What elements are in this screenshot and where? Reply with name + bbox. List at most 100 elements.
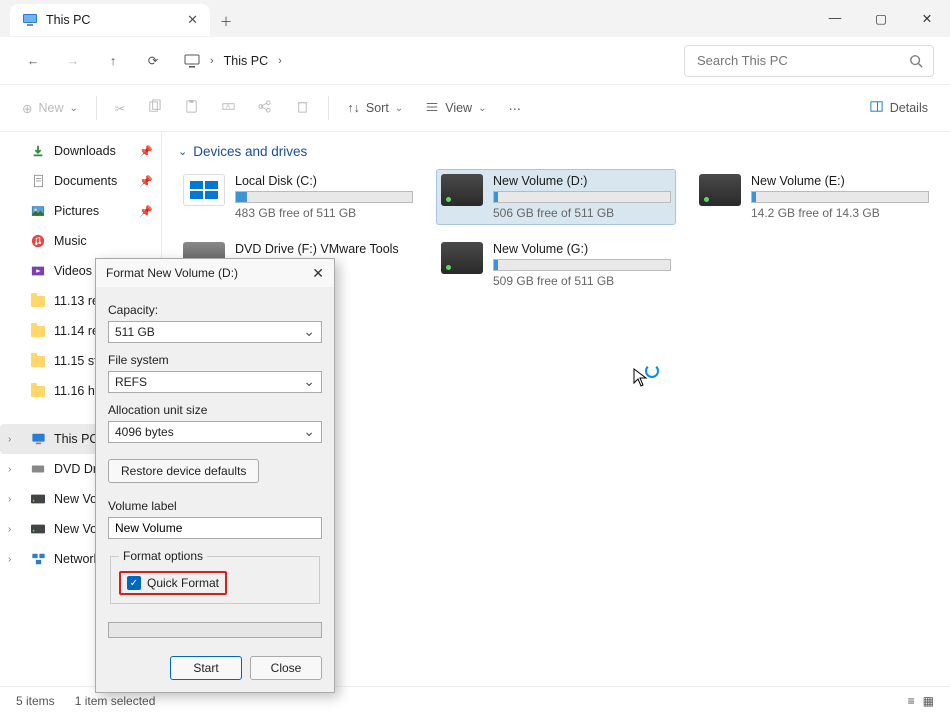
alloc-label: Allocation unit size	[108, 403, 322, 417]
drive-item[interactable]: New Volume (E:) 14.2 GB free of 14.3 GB	[694, 169, 934, 225]
monitor-icon	[184, 53, 200, 69]
folder-icon	[30, 293, 46, 309]
item-count: 5 items	[16, 694, 55, 708]
volume-label-label: Volume label	[108, 499, 322, 513]
refresh-button[interactable]: ⟳	[136, 44, 170, 78]
maximize-button[interactable]: ▢	[858, 0, 904, 36]
sort-button[interactable]: ↑↓Sort⌄	[337, 90, 413, 126]
new-tab-button[interactable]: ＋	[210, 4, 242, 36]
more-icon: ⋯	[508, 101, 521, 116]
filesystem-select[interactable]: REFS	[108, 371, 322, 393]
minimize-button[interactable]: —	[812, 0, 858, 36]
quick-format-checkbox[interactable]: ✓	[127, 576, 141, 590]
tab-close-icon[interactable]: ✕	[187, 12, 198, 28]
details-pane-button[interactable]: Details	[859, 90, 938, 126]
windows-drive-icon	[183, 174, 225, 206]
trash-icon	[295, 99, 310, 117]
volume-label-input[interactable]	[108, 517, 322, 539]
plus-circle-icon: ⊕	[22, 101, 32, 116]
pin-icon: 📌	[139, 175, 153, 188]
close-window-button[interactable]: ✕	[904, 0, 950, 36]
busy-indicator-icon	[645, 364, 659, 378]
drive-item[interactable]: New Volume (D:) 506 GB free of 511 GB	[436, 169, 676, 225]
cut-button: ✂	[105, 90, 135, 126]
back-button[interactable]: ←	[16, 44, 50, 78]
drive-item[interactable]: New Volume (G:) 509 GB free of 511 GB	[436, 237, 676, 293]
new-button: ⊕New⌄	[12, 90, 88, 126]
capacity-select[interactable]: 511 GB	[108, 321, 322, 343]
quick-format-highlight: ✓ Quick Format	[119, 571, 227, 595]
grid-view-icon[interactable]: ▦	[923, 694, 934, 708]
pin-icon: 📌	[139, 145, 153, 158]
tab-title: This PC	[46, 13, 90, 27]
chevron-down-icon[interactable]: ⌄	[178, 145, 187, 158]
document-icon	[30, 173, 46, 189]
share-icon	[258, 99, 273, 117]
folder-icon	[30, 383, 46, 399]
rename-button: A	[211, 90, 246, 126]
chevron-right-icon[interactable]: ›	[272, 55, 288, 67]
sidebar-item-pictures[interactable]: Pictures📌	[0, 196, 161, 226]
this-pc-icon	[22, 12, 38, 28]
alloc-select[interactable]: 4096 bytes	[108, 421, 322, 443]
usage-bar	[493, 259, 671, 271]
start-button[interactable]: Start	[170, 656, 242, 680]
group-header[interactable]: ⌄ Devices and drives	[178, 144, 934, 159]
search-icon[interactable]	[909, 54, 923, 68]
hdd-icon	[441, 242, 483, 274]
window-tab[interactable]: This PC ✕	[10, 4, 210, 36]
quick-format-label[interactable]: Quick Format	[147, 576, 219, 590]
restore-defaults-button[interactable]: Restore device defaults	[108, 459, 259, 483]
chevron-right-icon[interactable]: ›	[8, 434, 11, 445]
chevron-right-icon[interactable]: ›	[8, 524, 11, 535]
chevron-right-icon[interactable]: ›	[8, 554, 11, 565]
search-box[interactable]	[684, 45, 934, 77]
pin-icon: 📌	[139, 205, 153, 218]
chevron-right-icon[interactable]: ›	[8, 494, 11, 505]
share-button	[248, 90, 283, 126]
usage-bar	[235, 191, 413, 203]
format-options-fieldset: Format options ✓ Quick Format	[110, 549, 320, 604]
view-icon	[425, 100, 439, 117]
sort-icon: ↑↓	[347, 101, 360, 115]
format-dialog: Format New Volume (D:) ✕ Capacity: 511 G…	[95, 258, 335, 693]
copy-icon	[147, 99, 162, 117]
folder-icon	[30, 353, 46, 369]
delete-button	[285, 90, 320, 126]
hdd-icon	[30, 521, 46, 537]
hdd-icon	[441, 174, 483, 206]
chevron-right-icon[interactable]: ›	[204, 55, 220, 67]
rename-icon: A	[221, 99, 236, 117]
more-button[interactable]: ⋯	[498, 90, 531, 126]
scissors-icon: ✂	[115, 101, 125, 116]
paste-button	[174, 90, 209, 126]
sidebar-item-music[interactable]: Music	[0, 226, 161, 256]
list-view-icon[interactable]: ≡	[908, 694, 915, 708]
folder-icon	[30, 323, 46, 339]
selected-count: 1 item selected	[75, 694, 156, 708]
chevron-right-icon[interactable]: ›	[8, 464, 11, 475]
close-button[interactable]: Close	[250, 656, 322, 680]
dialog-close-button[interactable]: ✕	[312, 265, 324, 282]
search-input[interactable]	[695, 52, 909, 69]
svg-text:A: A	[226, 103, 231, 110]
details-icon	[869, 99, 884, 117]
up-button[interactable]: ↑	[96, 44, 130, 78]
network-icon	[30, 551, 46, 567]
this-pc-icon	[30, 431, 46, 447]
view-button[interactable]: View⌄	[415, 90, 496, 126]
dialog-title: Format New Volume (D:)	[106, 266, 238, 280]
hdd-icon	[30, 491, 46, 507]
dvd-icon	[30, 461, 46, 477]
breadcrumb-location[interactable]: This PC	[224, 54, 268, 68]
dialog-titlebar[interactable]: Format New Volume (D:) ✕	[96, 259, 334, 287]
drive-item[interactable]: Local Disk (C:) 483 GB free of 511 GB	[178, 169, 418, 225]
breadcrumb[interactable]: › This PC ›	[176, 53, 296, 69]
paste-icon	[184, 99, 199, 117]
sidebar-item-documents[interactable]: Documents📌	[0, 166, 161, 196]
filesystem-label: File system	[108, 353, 322, 367]
format-progress-bar	[108, 622, 322, 638]
sidebar-item-downloads[interactable]: Downloads📌	[0, 136, 161, 166]
download-icon	[30, 143, 46, 159]
music-icon	[30, 233, 46, 249]
